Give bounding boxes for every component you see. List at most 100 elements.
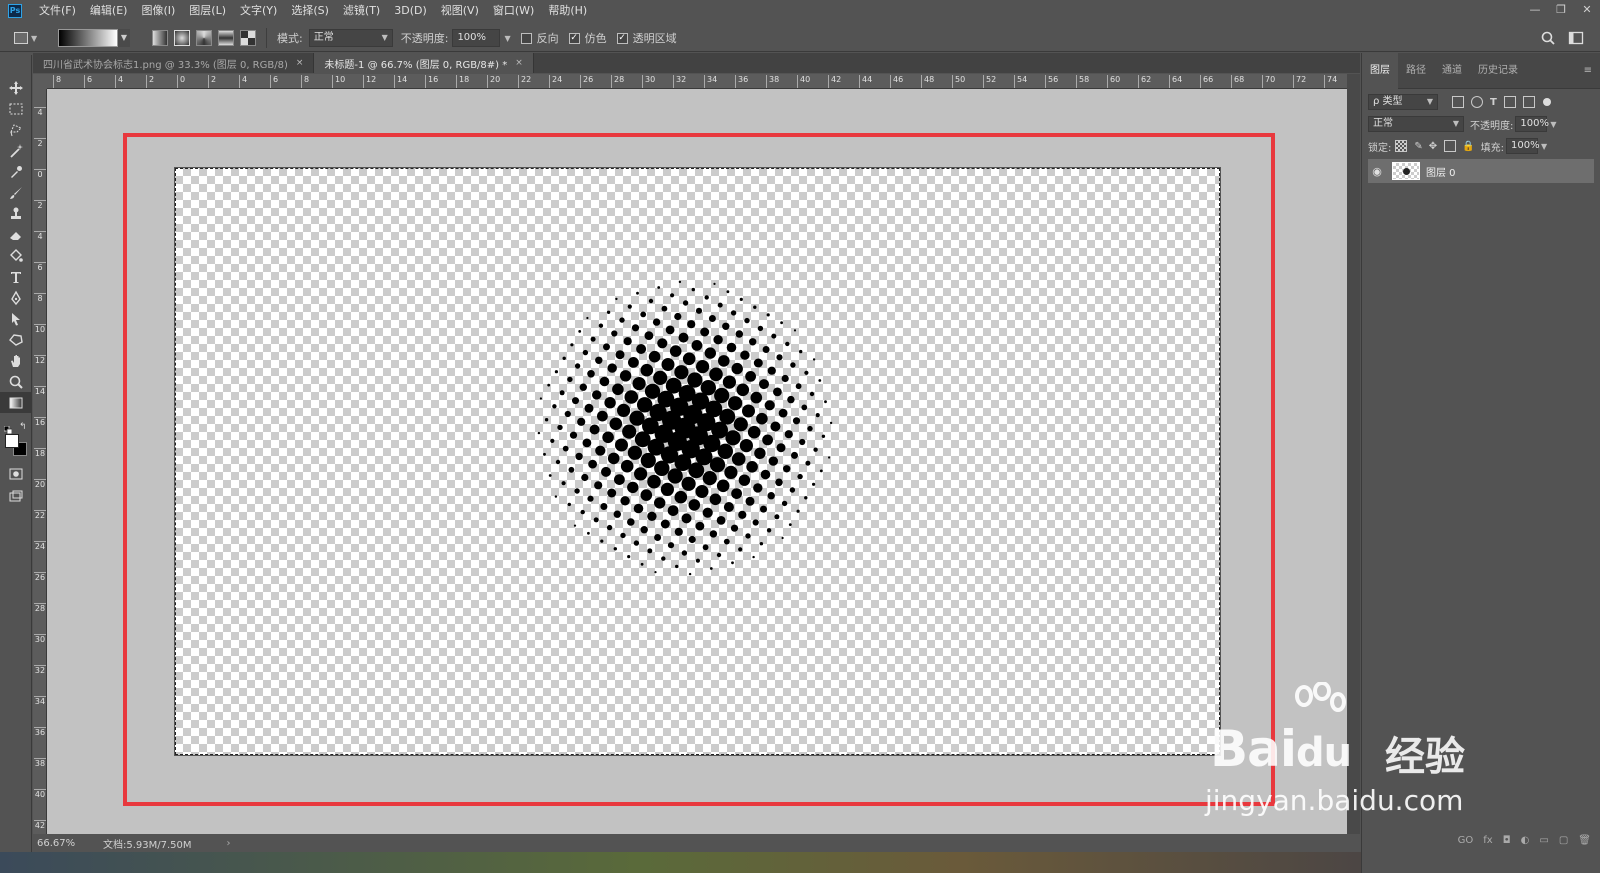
- layer-filter-select[interactable]: ρ 类型 ▼: [1368, 94, 1438, 110]
- lock-pixels-icon[interactable]: ✎: [1414, 141, 1422, 152]
- new-group-icon[interactable]: ▭: [1539, 835, 1548, 846]
- gradient-bucket-tool-icon[interactable]: [0, 245, 32, 266]
- gradient-tool-icon[interactable]: [0, 392, 32, 413]
- shape-tool-icon[interactable]: [0, 329, 32, 350]
- canvas-workspace[interactable]: [47, 89, 1347, 834]
- tab-paths[interactable]: 路径: [1398, 53, 1434, 89]
- gradient-picker-chevron-icon[interactable]: ▼: [118, 29, 130, 47]
- restore-button[interactable]: ❐: [1548, 0, 1574, 20]
- filter-pixel-icon[interactable]: [1452, 96, 1464, 108]
- horizontal-ruler[interactable]: 8 6 4 2 0 2 4 6 8 10 12 14 16 18 20 22 24 26 28 30 32 34 36 38 4…: [47, 74, 1347, 89]
- transparency-checkbox[interactable]: ✓: [616, 32, 628, 44]
- opacity-input[interactable]: 100%: [452, 29, 501, 47]
- diamond-gradient-button[interactable]: [240, 30, 256, 46]
- vertical-scrollbar[interactable]: [1347, 74, 1360, 834]
- mode-select[interactable]: 正常 ▼: [308, 29, 393, 47]
- filter-adjustment-icon[interactable]: [1471, 96, 1483, 108]
- radial-gradient-button[interactable]: [174, 30, 190, 46]
- chevron-down-icon: ▼: [1452, 119, 1459, 128]
- reverse-checkbox[interactable]: [520, 32, 532, 44]
- ruler-tick-label: 30: [642, 75, 655, 88]
- menu-item[interactable]: 帮助(H): [541, 0, 594, 22]
- close-icon[interactable]: ×: [515, 58, 523, 68]
- lock-all-icon[interactable]: 🔒: [1462, 141, 1474, 152]
- layer-opacity-input[interactable]: 100%: [1515, 116, 1549, 132]
- search-icon[interactable]: [1540, 30, 1556, 46]
- linear-gradient-button[interactable]: [152, 30, 168, 46]
- blend-mode-select[interactable]: 正常 ▼: [1368, 116, 1464, 132]
- screen-mode-icon[interactable]: [0, 485, 32, 506]
- brush-tool-icon[interactable]: [0, 182, 32, 203]
- panel-menu-icon[interactable]: ≡: [1584, 65, 1592, 76]
- vertical-ruler[interactable]: 4 2 0 2 4 6 8 10 12 14 16 18 20 22 24 26 28 30 32 34 36 38 40 4…: [33, 89, 47, 834]
- menu-item[interactable]: 文字(Y): [233, 0, 284, 22]
- hand-tool-icon[interactable]: [0, 350, 32, 371]
- filter-smart-object-icon[interactable]: [1522, 96, 1535, 108]
- layer-style-icon[interactable]: fx: [1483, 835, 1492, 846]
- clone-stamp-tool-icon[interactable]: [0, 203, 32, 224]
- lasso-tool-icon[interactable]: [0, 119, 32, 140]
- menu-item[interactable]: 文件(F): [32, 0, 83, 22]
- doc-tab-untitled[interactable]: 未标题-1 @ 66.7% (图层 0, RGB/8#) * ×: [314, 53, 534, 73]
- doc-tab-logo[interactable]: 四川省武术协会标志1.png @ 33.3% (图层 0, RGB/8) ×: [33, 53, 315, 73]
- menu-item[interactable]: 3D(D): [387, 0, 434, 22]
- new-layer-icon[interactable]: ▢: [1559, 835, 1568, 846]
- quick-mask-icon[interactable]: [0, 463, 32, 484]
- close-icon[interactable]: ×: [296, 58, 304, 68]
- layer-item[interactable]: ◉ 图层 0: [1368, 159, 1594, 183]
- workspace-switcher-icon[interactable]: [1568, 30, 1584, 46]
- zoom-level[interactable]: 66.67%: [33, 838, 93, 849]
- menu-item[interactable]: 窗口(W): [486, 0, 541, 22]
- menu-item[interactable]: 视图(V): [434, 0, 486, 22]
- menu-item[interactable]: 图层(L): [182, 0, 233, 22]
- filter-shape-icon[interactable]: [1503, 96, 1516, 108]
- lock-position-icon[interactable]: ✥: [1429, 141, 1437, 152]
- dither-checkbox[interactable]: ✓: [568, 32, 580, 44]
- menu-item[interactable]: 选择(S): [284, 0, 336, 22]
- link-layers-icon[interactable]: GO: [1458, 835, 1474, 846]
- menu-item[interactable]: 滤镜(T): [336, 0, 387, 22]
- angle-gradient-button[interactable]: [196, 30, 212, 46]
- filter-toggle-icon[interactable]: [1542, 98, 1551, 106]
- tab-channels[interactable]: 通道: [1434, 53, 1470, 89]
- magic-wand-tool-icon[interactable]: [0, 140, 32, 161]
- close-window-button[interactable]: ✕: [1574, 0, 1600, 20]
- marquee-tool-icon[interactable]: [0, 98, 32, 119]
- move-tool-icon[interactable]: [0, 77, 32, 98]
- ruler-origin[interactable]: [33, 74, 47, 89]
- filter-type-icon[interactable]: T: [1490, 97, 1497, 108]
- eraser-tool-icon[interactable]: [0, 224, 32, 245]
- trash-icon[interactable]: 🗑: [1578, 835, 1591, 846]
- menu-item[interactable]: 编辑(E): [83, 0, 135, 22]
- fill-value: 100%: [1510, 140, 1540, 151]
- ruler-tick-label: 74: [1324, 75, 1337, 88]
- tab-layers[interactable]: 图层: [1362, 52, 1398, 89]
- pen-tool-icon[interactable]: [0, 287, 32, 308]
- tool-preset-picker[interactable]: ▼: [14, 28, 44, 48]
- minimize-button[interactable]: —: [1522, 0, 1548, 20]
- lock-artboard-icon[interactable]: [1444, 140, 1457, 152]
- type-tool-icon[interactable]: [0, 266, 32, 287]
- divider: [266, 28, 267, 48]
- ruler-tick-label: 34: [704, 75, 717, 88]
- opacity-slider-chevron-icon[interactable]: ▼: [504, 34, 510, 43]
- chevron-down-icon[interactable]: ▼: [1550, 120, 1556, 129]
- default-colors-icon[interactable]: [3, 424, 13, 435]
- status-menu-arrow-icon[interactable]: ›: [227, 838, 231, 849]
- foreground-color-swatch[interactable]: [5, 434, 19, 448]
- tab-history[interactable]: 历史记录: [1470, 53, 1526, 89]
- lock-transparent-icon[interactable]: [1395, 140, 1408, 152]
- path-selection-tool-icon[interactable]: [0, 308, 32, 329]
- visibility-eye-icon[interactable]: ◉: [1368, 165, 1386, 178]
- fill-input[interactable]: 100%: [1505, 138, 1540, 154]
- zoom-tool-icon[interactable]: [0, 371, 32, 392]
- eyedropper-tool-icon[interactable]: [0, 161, 32, 182]
- chevron-down-icon[interactable]: ▼: [1541, 142, 1547, 151]
- add-mask-icon[interactable]: ◘: [1503, 835, 1511, 846]
- reflected-gradient-button[interactable]: [218, 30, 234, 46]
- swap-colors-icon[interactable]: ↰: [19, 422, 27, 432]
- adjustment-layer-icon[interactable]: ◐: [1521, 835, 1530, 846]
- menu-item[interactable]: 图像(I): [134, 0, 182, 22]
- gradient-editor-swatch[interactable]: [58, 29, 118, 47]
- ruler-tick-label: 12: [34, 355, 46, 365]
